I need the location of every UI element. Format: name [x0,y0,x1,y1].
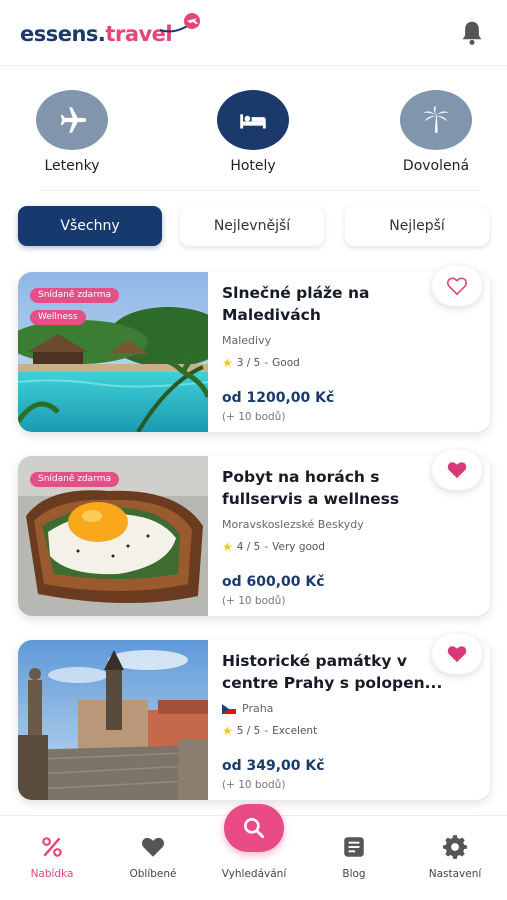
nav-label: Nastavení [428,868,482,880]
offer-title: Pobyt na horách s fullservis a wellness [222,468,400,508]
percent-icon [42,837,62,857]
category-selector: Letenky Hotely Dovolená [0,90,507,190]
offer-title: Slnečné pláže na Maledivách [222,284,370,324]
bed-icon [240,114,266,129]
offer-rating: ★ 4 / 5 - Very good [222,540,325,554]
offer-points: (+ 10 bodů) [222,411,286,423]
offer-image-breakfast-toast: Snídaně zdarma [18,456,208,616]
nav-offers[interactable]: Nabídka [2,834,102,880]
filter-cheapest-button[interactable]: Nejlevnější [180,206,324,246]
offer-image-beach-resort: Snídaně zdarma Wellness [18,272,208,432]
nav-label: Blog [342,868,366,880]
offer-card-beskydy[interactable]: Snídaně zdarma Pobyt na horách s fullser… [18,456,490,616]
rating-text: Very good [272,541,326,553]
offer-location: Maledivy [222,334,271,347]
offer-points: (+ 10 bodů) [222,595,286,607]
nav-settings[interactable]: Nastavení [405,834,505,880]
offer-image-prague-bridge [18,640,208,800]
offer-title: Historické památky v centre Prahy s polo… [222,652,443,692]
badge-free-breakfast: Snídaně zdarma [30,472,120,487]
offer-location: Moravskoslezské Beskydy [222,518,364,531]
category-circle [400,90,472,150]
app-header: essens.travel [0,0,507,66]
category-circle [36,90,108,150]
offer-rating: ★ 3 / 5 - Good [222,356,300,370]
badge-wellness: Wellness [30,310,86,325]
category-label: Dovolená [402,158,470,174]
nav-label: Nabídka [30,868,74,880]
rating-score: 4 / 5 [236,541,261,553]
search-icon [244,818,265,839]
rating-separator: - [264,357,269,369]
offer-location: Praha [222,702,273,715]
offer-location-text: Maledivy [222,334,272,347]
offer-location-text: Praha [242,702,274,715]
offer-details: Slnečné pláže na Maledivách Maledivy ★ 3… [222,272,452,432]
offer-card-maldives[interactable]: Snídaně zdarma Wellness Slnečné pláže na… [18,272,490,432]
notification-bell-icon[interactable] [457,18,487,48]
nav-blog[interactable]: Blog [304,834,404,880]
blog-icon [344,837,364,857]
logo-plane-icon [159,13,200,33]
category-dovolena[interactable]: Dovolená [376,90,496,185]
rating-text: Excelent [272,725,318,737]
heart-outline-icon [446,277,468,296]
essens-travel-logo[interactable]: essens.travel [20,13,200,50]
logo-text-essens: essens. [20,22,106,46]
offer-card-prague[interactable]: Historické památky v centre Prahy s polo… [18,640,490,800]
rating-score: 3 / 5 [236,357,261,369]
offer-price: od 1200,00 Kč [222,390,335,406]
nav-search-button[interactable] [224,804,284,852]
category-circle [217,90,289,150]
star-icon: ★ [222,724,233,738]
category-hotely[interactable]: Hotely [193,90,313,185]
category-letenky[interactable]: Letenky [12,90,132,185]
filter-all-button[interactable]: Všechny [18,206,162,246]
bottom-navigation: Nabídka Oblíbené Vyhledávání Blog Nastav… [0,804,507,900]
nav-favorites[interactable]: Oblíbené [103,834,203,880]
offer-points: (+ 10 bodů) [222,779,286,791]
palm-tree-icon [423,105,449,133]
star-icon: ★ [222,540,233,554]
rating-separator: - [264,725,269,737]
divider [40,190,480,191]
gear-icon [443,835,467,859]
offer-location-text: Moravskoslezské Beskydy [222,518,364,531]
star-icon: ★ [222,356,233,370]
offer-price: od 600,00 Kč [222,574,325,590]
rating-score: 5 / 5 [236,725,261,737]
favorite-button[interactable] [432,450,482,490]
airplane-icon [60,107,87,133]
filter-tabs: Všechny Nejlevnější Nejlepší [18,206,490,248]
offer-details: Pobyt na horách s fullservis a wellness … [222,456,452,616]
rating-text: Good [272,357,300,369]
badge-free-breakfast: Snídaně zdarma [30,288,120,303]
heart-filled-icon [447,462,467,479]
rating-separator: - [264,541,269,553]
offer-price: od 349,00 Kč [222,758,325,774]
heart-filled-icon [447,646,467,663]
heart-icon [142,837,164,857]
category-label: Letenky [44,158,100,174]
nav-label-search[interactable]: Vyhledávání [204,868,304,880]
offer-details: Historické památky v centre Prahy s polo… [222,640,452,800]
nav-label: Oblíbené [129,868,177,880]
offer-rating: ★ 5 / 5 - Excelent [222,724,317,738]
filter-best-button[interactable]: Nejlepší [345,206,489,246]
czech-flag-icon [222,703,236,714]
favorite-button[interactable] [432,266,482,306]
category-label: Hotely [230,158,276,174]
favorite-button[interactable] [432,634,482,674]
